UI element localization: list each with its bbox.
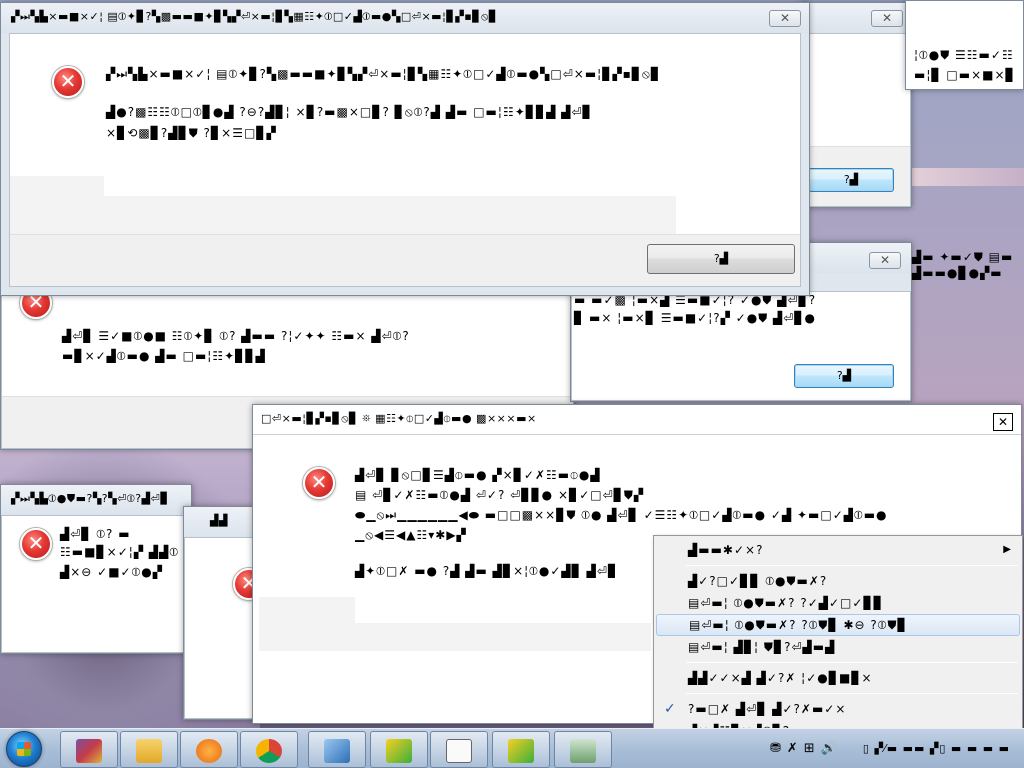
- menu-item-1[interactable]: ▟▬▬✱✓×? ▶: [656, 539, 1020, 561]
- checkmark-icon: ✓: [664, 701, 677, 717]
- start-button[interactable]: [6, 731, 42, 767]
- menu-item-3[interactable]: ▤⏎▬¦ ⦶●⛊▬✗? ?✓▟✓□✓▊▊: [656, 592, 1020, 614]
- message-line-5: ▟✦⦶□✗ ▬● ?▟ ▟▬ ▟▊×¦⦶●✓▟▊ ▟⏎▊: [355, 564, 619, 578]
- taskbar-media-player[interactable]: [180, 731, 238, 768]
- clock[interactable]: ▯ ▞⁄▬ ▬▬ ▞▯ ▬ ▬ ▬ ▬: [863, 742, 1010, 755]
- title-text-right-2: ▟▬▬●▊●▞▬: [912, 266, 1003, 280]
- menu-item-7[interactable]: ✓ ?▬□✗ ▟⏎▊ ▟✓?✗▬✓×: [656, 698, 1020, 720]
- menu-separator: [686, 693, 1018, 694]
- message-line-1: ▟⏎▊ ▊⦸□▊☰▟⦶▬● ▞×▊✓✗☷▬⦶●▟: [355, 468, 601, 482]
- window-icon: [570, 738, 596, 763]
- dialog-far-right: ¦⦶●⛊ ☰☷▬✓☷ ▬¦▊ □▬×■×▊: [905, 0, 1024, 90]
- ok-button[interactable]: ?▟: [808, 168, 894, 192]
- menu-item-2[interactable]: ▟✓?□✓▊▊ ⦶●⛊▬✗?: [656, 570, 1020, 592]
- taskbar-notepad[interactable]: [430, 731, 488, 768]
- chrome-icon: [256, 738, 282, 763]
- error-icon: ✕: [52, 66, 84, 98]
- dialog-bottom-left: ▞⏭▚▙⦶●⛊▬?▚?▚⏎⦶?▟⏎▊ ✕ ▟⏎▊ ⦶? ▬ ☷▬■▊×✓¦▞ ▟…: [0, 484, 192, 654]
- winrar-icon: [76, 738, 102, 763]
- close-button[interactable]: ✕: [993, 413, 1013, 431]
- taskbar-norton-task[interactable]: [370, 731, 428, 768]
- message-line-2: ▤ ⏎▊✓✗☷▬⦶●▟ ⏎✓? ⏎▊▊● ×▊✓□⏎▊⛊▞: [355, 488, 645, 502]
- close-button[interactable]: ✕: [871, 10, 903, 27]
- dialog-title: ▞⏭▚▙⦶●⛊▬?▚?▚⏎⦶?▟⏎▊: [1, 485, 191, 515]
- tray-icons[interactable]: ⛃✗⊞🔊: [770, 741, 843, 756]
- message-line-4: ▁⦸◀☰◀▲☷▾✱▶▞: [355, 528, 467, 542]
- message-text-2: ▬¦▊ □▬×■×▊: [914, 68, 1016, 82]
- dialog-bottom-small: ▟▟ ✕: [183, 506, 265, 720]
- taskbar-virtualbox[interactable]: [308, 731, 366, 768]
- ok-button[interactable]: ?▟: [794, 364, 894, 388]
- media-player-icon: [196, 738, 222, 763]
- close-button[interactable]: ✕: [869, 252, 901, 269]
- message-line-2: ▊ ▬× ¦▬×▊ ☰▬■✓¦?▞ ✓●⛊ ▟⏎▊●: [574, 311, 816, 325]
- dialog-top: ▞⏭▚▙×▬■×✓¦ ▤⦶✦▊?▚▩▬▬■✦▊▚▞⏎×▬¦▊▚▦☷✦⦶□✓▟⦶▬…: [0, 2, 810, 296]
- folder-icon: [136, 738, 162, 763]
- taskbar-chrome[interactable]: [240, 731, 298, 768]
- menu-item-4[interactable]: ▤⏎▬¦ ⦶●⛊▬✗? ?⦶⛊▊ ✱⊖ ?⦶⛊▊: [656, 614, 1020, 636]
- menu-item-5[interactable]: ▤⏎▬¦ ▟▊¦ ⛊▊?⏎▟▬▟: [656, 636, 1020, 658]
- message-line-1: ▟⏎▊ ☰✓■⦶●■ ☷⦶✦▊ ⦶? ▟▬▬ ?¦✓✦✦ ☷▬× ▟⏎⦶?: [62, 329, 410, 343]
- taskbar-explorer[interactable]: [120, 731, 178, 768]
- menu-separator: [686, 565, 1018, 566]
- message-line-2: ☷▬■▊×✓¦▞ ▟▟⦶: [60, 545, 180, 559]
- virtualbox-icon: [324, 738, 350, 763]
- title-text-right: ▟▬ ✦▬✓⛊ ▤▬: [912, 250, 1014, 264]
- dialog-right-top: ✕ ¦⦶●⛊ ☰☷▬✓☷ ?▟: [800, 2, 972, 208]
- dialog-message: ▟●?▩☷☷⦶□⦶▊●▟ ?⊖?▟▊¦ ×▊?▬▩×□▊? ▊⦸⦶?▟ ▟▬ □…: [106, 105, 593, 140]
- chevron-right-icon: ▶: [1003, 544, 1012, 555]
- context-menu: ▟▬▬✱✓×? ▶ ▟✓?□✓▊▊ ⦶●⛊▬✗? ▤⏎▬¦ ⦶●⛊▬✗? ?✓▟…: [653, 535, 1023, 742]
- dialog-title: □⏎×▬¦▊▞▪▊⦸▊ ⛯ ▦☷✦⦶□✓▟⦶▬● ▩×××▬×: [253, 405, 1021, 435]
- error-icon: ✕: [20, 528, 52, 560]
- close-button[interactable]: ✕: [769, 10, 801, 27]
- message-line-3: ▟×⊖ ✓■✓⦶●▞: [60, 565, 164, 579]
- warning-check-icon: [508, 738, 534, 763]
- message-text: ¦⦶●⛊ ☰☷▬✓☷: [914, 48, 1014, 62]
- menu-separator: [686, 662, 1018, 663]
- message-line-3: ⬬▁⦸⏭▁▁▁▁▁▁◀⬬ ▬□□▩××▊⛊ ⦶● ▟⏎▊ ✓☰☷✦⦶□✓▟⦶▬●…: [355, 508, 888, 522]
- system-tray: ⛃✗⊞🔊 ▯ ▞⁄▬ ▬▬ ▞▯ ▬ ▬ ▬ ▬: [764, 729, 1024, 768]
- taskbar-norton-task-2[interactable]: [492, 731, 550, 768]
- menu-item-6[interactable]: ▟▟✓✓×▟ ▟✓?✗ ¦✓●▊■▊×: [656, 667, 1020, 689]
- dialog-title: ▟▟: [184, 507, 262, 537]
- error-icon: ✕: [303, 467, 335, 499]
- dialog-heading: ▞⏭▚▙×▬■×✓¦ ▤⦶✦▊?▚▩▬▬■✦▊▚▞⏎×▬¦▊▚▦☷✦⦶□✓▟⦶▬…: [106, 67, 662, 81]
- taskbar: ⛃✗⊞🔊 ▯ ▞⁄▬ ▬▬ ▞▯ ▬ ▬ ▬ ▬: [0, 728, 1024, 768]
- warning-check-icon: [386, 738, 412, 763]
- dialog-title: ▞⏭▚▙×▬■×✓¦ ▤⦶✦▊?▚▩▬▬■✦▊▚▞⏎×▬¦▊▚▦☷✦⦶□✓▟⦶▬…: [1, 3, 809, 33]
- taskbar-winrar[interactable]: [60, 731, 118, 768]
- ok-button[interactable]: ?▟: [647, 244, 795, 274]
- notepad-icon: [446, 738, 472, 763]
- message-line-2: ▬▊×✓▟⦶▬● ▟▬ □▬¦☷✦▊▊▟: [62, 349, 266, 363]
- taskbar-app-window[interactable]: [554, 731, 612, 768]
